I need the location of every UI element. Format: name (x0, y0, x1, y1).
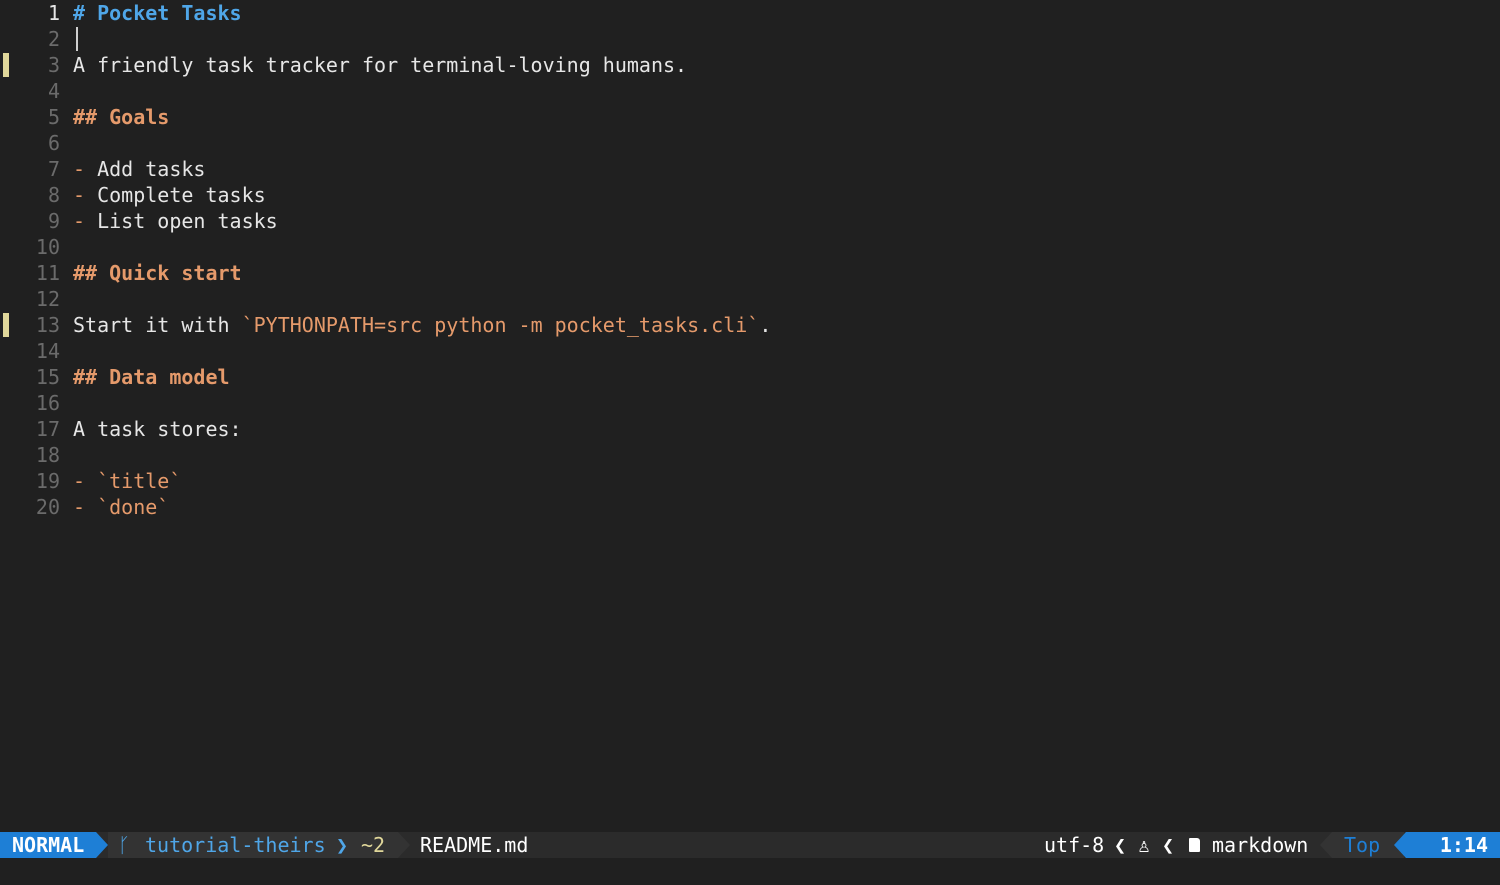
mode-separator-icon (96, 832, 108, 858)
editor-line[interactable]: 5 ## Goals (0, 104, 1500, 130)
line-number: 17 (35, 417, 60, 441)
line-number: 18 (35, 443, 60, 467)
branch-separator-icon (398, 832, 410, 858)
editor-line[interactable]: 2 (0, 26, 1500, 52)
line-content: A task stores: (73, 416, 242, 442)
line-number: 20 (35, 495, 60, 519)
editor-line[interactable]: 12 (0, 286, 1500, 312)
text-segment-text: Add tasks (97, 157, 206, 181)
statusline: NORMAL ᚴ tutorial-theirs ❯ ~2 README.md … (0, 832, 1500, 858)
line-number: 7 (47, 157, 60, 181)
git-branch-name: tutorial-theirs (145, 833, 326, 857)
line-number: 11 (35, 261, 60, 285)
text-segment-bullet: - (73, 495, 98, 519)
git-changes-count: ~2 (361, 833, 386, 857)
line-number: 16 (35, 391, 60, 415)
line-content: - Complete tasks (73, 182, 266, 208)
file-icon (1189, 838, 1200, 852)
git-change-marker (3, 53, 9, 77)
git-change-marker (3, 313, 9, 337)
editor-line[interactable]: 7- Add tasks (0, 156, 1500, 182)
line-content: - `title` (73, 468, 181, 494)
editor-line[interactable]: 11 ## Quick start (0, 260, 1500, 286)
editor-line[interactable]: 8- Complete tasks (0, 182, 1500, 208)
editor-line[interactable]: 17 A task stores: (0, 416, 1500, 442)
line-number: 1 (47, 1, 60, 25)
line-number: 14 (35, 339, 60, 363)
command-line[interactable] (0, 858, 1500, 885)
chevron-left-icon: ❮ (1114, 833, 1127, 857)
text-segment-h1: # Pocket Tasks (73, 1, 242, 25)
text-segment-h2: ## Data model (73, 365, 230, 389)
text-segment-text: . (759, 313, 772, 337)
linux-icon: ♙ (1138, 833, 1151, 857)
editor-line[interactable]: 14 (0, 338, 1500, 364)
editor-line[interactable]: 10 (0, 234, 1500, 260)
line-content: ## Data model (73, 364, 230, 390)
text-segment-code: `title` (97, 469, 182, 493)
chevron-right-icon: ❯ (336, 833, 349, 857)
text-segment-h2: ## Quick start (73, 261, 242, 285)
line-content: - List open tasks (73, 208, 278, 234)
line-number: 6 (47, 131, 60, 155)
line-content: ## Quick start (73, 260, 242, 286)
line-number: 8 (47, 183, 60, 207)
text-segment-bullet: - (73, 183, 98, 207)
text-segment-text: List open tasks (97, 209, 278, 233)
filetype-separator-icon (1320, 832, 1332, 858)
line-number: 2 (47, 27, 60, 51)
line-number: 19 (35, 469, 60, 493)
editor-line[interactable]: 4 (0, 78, 1500, 104)
text-segment-text: A task stores: (73, 417, 242, 441)
line-number: 3 (47, 53, 60, 77)
line-number: 15 (35, 365, 60, 389)
editor-buffer[interactable]: 1 # Pocket Tasks 2 3 A friendly task tracker… (0, 0, 1500, 832)
text-segment-bullet: - (73, 209, 98, 233)
text-segment-text: Start it with (73, 313, 242, 337)
git-branch-icon: ᚴ (118, 833, 130, 857)
text-cursor (76, 27, 78, 51)
editor-line[interactable]: 9- List open tasks (0, 208, 1500, 234)
position-separator-icon (1394, 832, 1406, 858)
line-content: A friendly task tracker for terminal-lov… (73, 52, 687, 78)
editor-line[interactable]: 16 (0, 390, 1500, 416)
cursor-line-col: 1:14 (1406, 832, 1500, 858)
editor-line[interactable]: 1 # Pocket Tasks (0, 0, 1500, 26)
line-number: 12 (35, 287, 60, 311)
line-content: # Pocket Tasks (73, 0, 242, 26)
text-segment-bullet: - (73, 469, 98, 493)
file-encoding: utf-8 (1044, 833, 1105, 857)
line-content: Start it with `PYTHONPATH=src python -m … (73, 312, 771, 338)
line-number: 4 (47, 79, 60, 103)
line-content: - Add tasks (73, 156, 205, 182)
editor-line[interactable]: 13 Start it with `PYTHONPATH=src python -… (0, 312, 1500, 338)
file-type: markdown (1212, 833, 1309, 857)
text-segment-code: `done` (97, 495, 170, 519)
editor-line[interactable]: 3 A friendly task tracker for terminal-lo… (0, 52, 1500, 78)
text-segment-code: `PYTHONPATH=src python -m pocket_tasks.c… (241, 313, 760, 337)
line-number: 13 (35, 313, 60, 337)
line-number: 5 (47, 105, 60, 129)
editor-line[interactable]: 18 (0, 442, 1500, 468)
line-content: - `done` (73, 494, 169, 520)
editor-line[interactable]: 6 (0, 130, 1500, 156)
line-number: 9 (47, 209, 60, 233)
text-segment-text: A friendly task tracker for terminal-lov… (73, 53, 688, 77)
file-name: README.md (420, 833, 529, 857)
text-segment-h2: ## Goals (73, 105, 170, 129)
editor-line[interactable]: 15 ## Data model (0, 364, 1500, 390)
editor-line[interactable]: 19- `title` (0, 468, 1500, 494)
mode-indicator: NORMAL (0, 832, 96, 858)
scroll-position: Top (1344, 833, 1381, 857)
line-content: ## Goals (73, 104, 169, 130)
editor-line[interactable]: 20- `done` (0, 494, 1500, 520)
text-segment-bullet: - (73, 157, 98, 181)
text-segment-text: Complete tasks (97, 183, 266, 207)
line-number: 10 (35, 235, 60, 259)
chevron-left-icon: ❮ (1162, 833, 1175, 857)
